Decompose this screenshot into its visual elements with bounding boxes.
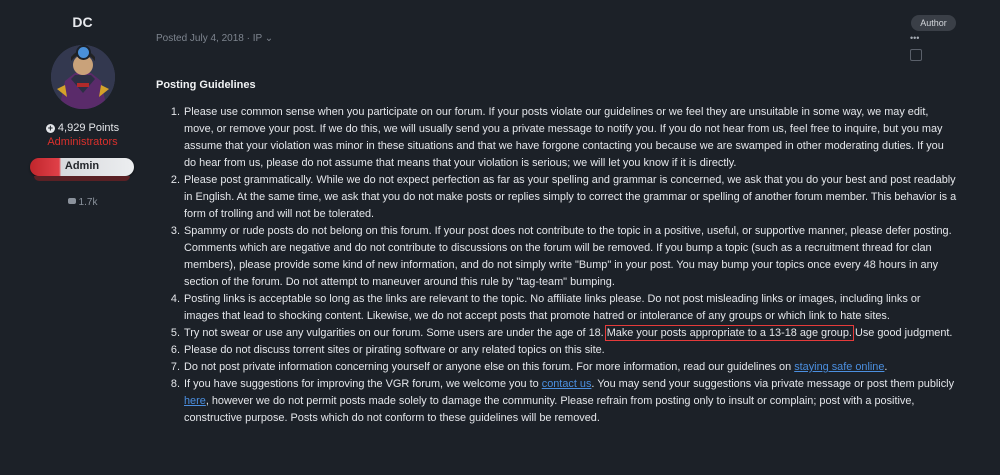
- guideline-item: 6. Please do not discuss torrent sites or…: [157, 342, 957, 359]
- guideline-text: Use good judgment.: [851, 327, 953, 339]
- more-options-icon[interactable]: •••: [910, 33, 919, 43]
- badge-label: Admin: [64, 160, 100, 172]
- guideline-text: Please use common sense when you partici…: [184, 106, 944, 169]
- guideline-text: Try not swear or use any vulgarities on …: [184, 327, 607, 339]
- post-title: Posting Guidelines: [156, 79, 256, 91]
- author-group: Administrators: [47, 136, 118, 148]
- online-status-icon: [76, 45, 91, 60]
- guideline-item: 4. Posting links is acceptable so long as…: [157, 291, 957, 325]
- guideline-item: 2. Please post grammatically. While we do…: [157, 172, 957, 223]
- guideline-number: 5.: [170, 327, 180, 339]
- post-count-label: 1.7k: [78, 197, 98, 208]
- guideline-number: 6.: [170, 344, 180, 356]
- guideline-number: 2.: [170, 174, 180, 186]
- guideline-number: 1.: [170, 106, 180, 118]
- author-points: +4,929 Points: [0, 122, 165, 134]
- guideline-text: Posting links is acceptable so long as t…: [184, 293, 921, 322]
- author-panel: DC +4,929 Points Administrators Admin 1.…: [0, 0, 165, 475]
- guideline-text: Do not post private information concerni…: [184, 361, 795, 373]
- author-post-count: 1.7k: [0, 197, 165, 208]
- badge-underline: [34, 176, 130, 181]
- guideline-number: 4.: [170, 293, 180, 305]
- guideline-text: . You may send your suggestions via priv…: [591, 378, 955, 390]
- comment-icon: [67, 198, 76, 204]
- post-select-checkbox[interactable]: [910, 49, 922, 61]
- guideline-number: 8.: [170, 378, 180, 390]
- points-plus-icon: +: [45, 123, 55, 133]
- guideline-text: .: [884, 361, 888, 373]
- guideline-text: Please post grammatically. While we do n…: [184, 174, 957, 220]
- guideline-item: 7. Do not post private information concer…: [157, 359, 957, 376]
- highlighted-text: Make your posts appropriate to a 13-18 a…: [604, 325, 854, 341]
- contact-us-link[interactable]: contact us: [542, 378, 592, 390]
- staying-safe-link[interactable]: staying safe online: [794, 361, 884, 373]
- admin-badge: Admin: [30, 158, 134, 176]
- points-label: 4,929 Points: [57, 122, 120, 134]
- guideline-item: 1. Please use common sense when you parti…: [157, 104, 957, 172]
- guideline-item: 8. If you have suggestions for improving …: [157, 376, 957, 427]
- guideline-item: 3. Spammy or rude posts do not belong on …: [157, 223, 957, 291]
- guideline-item: 5. Try not swear or use any vulgarities o…: [157, 325, 957, 342]
- guideline-number: 3.: [170, 225, 180, 237]
- guideline-text: Spammy or rude posts do not belong on th…: [184, 225, 952, 288]
- author-username[interactable]: DC: [0, 14, 165, 30]
- guideline-text: , however we do not permit posts made so…: [184, 395, 915, 424]
- guideline-number: 7.: [170, 361, 180, 373]
- here-link[interactable]: here: [184, 395, 206, 407]
- guideline-text: Please do not discuss torrent sites or p…: [184, 344, 605, 356]
- post-meta[interactable]: Posted July 4, 2018 · IP ⌄: [156, 33, 273, 44]
- guideline-text: If you have suggestions for improving th…: [184, 378, 542, 390]
- guidelines-list: 1. Please use common sense when you parti…: [157, 104, 957, 427]
- author-tag: Author: [911, 15, 956, 31]
